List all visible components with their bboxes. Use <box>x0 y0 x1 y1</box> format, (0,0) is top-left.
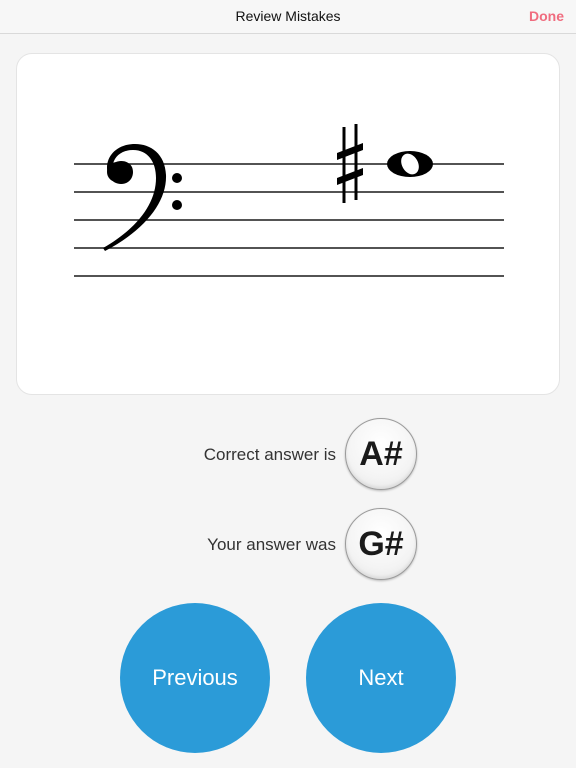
correct-answer-row: Correct answer is A# <box>0 418 576 490</box>
staff-card <box>16 53 560 395</box>
correct-answer-label: Correct answer is <box>203 445 336 464</box>
done-button[interactable]: Done <box>529 8 564 24</box>
whole-note-icon <box>387 151 433 177</box>
your-answer-badge: G# <box>345 508 417 580</box>
correct-answer-badge: A# <box>345 418 417 490</box>
next-button[interactable]: Next <box>306 603 456 753</box>
navigation-bar: Review Mistakes Done <box>0 0 576 34</box>
previous-button[interactable]: Previous <box>120 603 270 753</box>
music-staff <box>74 124 504 277</box>
your-answer-row: Your answer was G# <box>0 508 576 580</box>
bass-clef-icon <box>103 144 182 251</box>
page-title: Review Mistakes <box>235 8 341 24</box>
your-answer-label: Your answer was <box>207 535 336 554</box>
